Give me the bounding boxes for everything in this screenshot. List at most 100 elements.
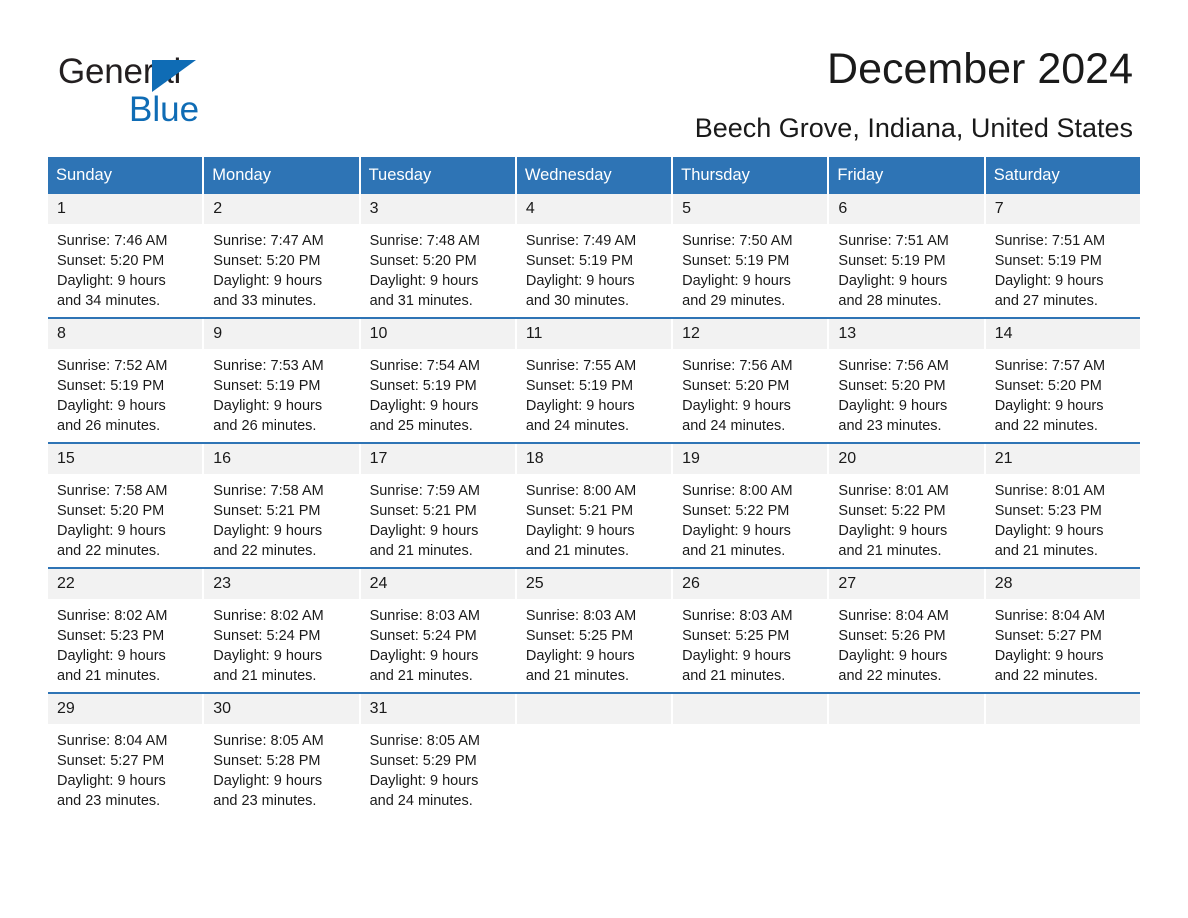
sunrise-text: Sunrise: 7:47 AM <box>213 233 324 249</box>
day-cell[interactable]: 19 Sunrise: 8:00 AM Sunset: 5:22 PM Dayl… <box>673 444 828 567</box>
daylight-text-line1: Daylight: 9 hours <box>838 648 948 664</box>
day-details: Sunrise: 8:03 AM Sunset: 5:25 PM Dayligh… <box>673 599 827 686</box>
day-cell[interactable]: 23 Sunrise: 8:02 AM Sunset: 5:24 PM Dayl… <box>204 569 359 692</box>
daylight-text-line2: and 22 minutes. <box>57 543 161 559</box>
calendar-week-row: 1 Sunrise: 7:46 AM Sunset: 5:20 PM Dayli… <box>48 194 1140 317</box>
sunset-text: Sunset: 5:19 PM <box>213 378 321 394</box>
day-details: Sunrise: 8:05 AM Sunset: 5:29 PM Dayligh… <box>361 724 515 811</box>
sunset-text: Sunset: 5:19 PM <box>369 378 477 394</box>
day-number: 24 <box>360 569 515 599</box>
day-details: Sunrise: 8:04 AM Sunset: 5:27 PM Dayligh… <box>48 724 202 811</box>
sunset-text: Sunset: 5:20 PM <box>682 378 790 394</box>
day-cell[interactable]: 1 Sunrise: 7:46 AM Sunset: 5:20 PM Dayli… <box>48 194 203 317</box>
day-cell[interactable]: 9 Sunrise: 7:53 AM Sunset: 5:19 PM Dayli… <box>204 319 359 442</box>
calendar-week-row: 22 Sunrise: 8:02 AM Sunset: 5:23 PM Dayl… <box>48 567 1140 692</box>
daylight-text-line2: and 28 minutes. <box>838 293 942 309</box>
daylight-text-line1: Daylight: 9 hours <box>213 523 323 539</box>
day-number: 26 <box>673 569 828 599</box>
sunset-text: Sunset: 5:19 PM <box>525 253 634 269</box>
day-number: 9 <box>204 319 359 349</box>
day-number: 8 <box>48 319 203 349</box>
general-blue-logo[interactable]: General Blue <box>58 52 358 138</box>
weekday-header-row: Sunday Monday Tuesday Wednesday Thursday… <box>48 157 1140 194</box>
sunset-text: Sunset: 5:19 PM <box>838 253 946 269</box>
daylight-text-line2: and 24 minutes. <box>682 418 786 434</box>
day-cell[interactable]: 12 Sunrise: 7:56 AM Sunset: 5:20 PM Dayl… <box>673 319 828 442</box>
daylight-text-line1: Daylight: 9 hours <box>994 648 1104 664</box>
day-number: 16 <box>204 444 359 474</box>
daylight-text-line1: Daylight: 9 hours <box>369 398 479 414</box>
day-cell[interactable]: 8 Sunrise: 7:52 AM Sunset: 5:19 PM Dayli… <box>48 319 203 442</box>
daylight-text-line1: Daylight: 9 hours <box>57 273 166 289</box>
day-cell[interactable]: 5 Sunrise: 7:50 AM Sunset: 5:19 PM Dayli… <box>673 194 828 317</box>
day-cell[interactable]: 29 Sunrise: 8:04 AM Sunset: 5:27 PM Dayl… <box>48 694 203 817</box>
day-number: 27 <box>829 569 984 599</box>
day-cell[interactable]: 4 Sunrise: 7:49 AM Sunset: 5:19 PM Dayli… <box>516 194 672 317</box>
day-cell[interactable]: 24 Sunrise: 8:03 AM Sunset: 5:24 PM Dayl… <box>360 569 515 692</box>
day-cell[interactable]: 16 Sunrise: 7:58 AM Sunset: 5:21 PM Dayl… <box>204 444 359 567</box>
daylight-text-line2: and 21 minutes. <box>994 543 1098 559</box>
day-cell[interactable]: 25 Sunrise: 8:03 AM Sunset: 5:25 PM Dayl… <box>516 569 672 692</box>
daylight-text-line2: and 27 minutes. <box>994 293 1098 309</box>
day-cell[interactable]: 15 Sunrise: 7:58 AM Sunset: 5:20 PM Dayl… <box>48 444 203 567</box>
sunrise-text: Sunrise: 7:46 AM <box>57 233 168 249</box>
day-number: 21 <box>985 444 1140 474</box>
day-details: Sunrise: 7:51 AM Sunset: 5:19 PM Dayligh… <box>986 224 1140 311</box>
day-cell[interactable]: 30 Sunrise: 8:05 AM Sunset: 5:28 PM Dayl… <box>204 694 359 817</box>
sunrise-text: Sunrise: 8:04 AM <box>994 608 1106 624</box>
daylight-text-line2: and 31 minutes. <box>369 293 473 309</box>
day-cell[interactable]: 14 Sunrise: 7:57 AM Sunset: 5:20 PM Dayl… <box>985 319 1140 442</box>
day-cell[interactable]: 7 Sunrise: 7:51 AM Sunset: 5:19 PM Dayli… <box>985 194 1140 317</box>
day-cell[interactable]: 3 Sunrise: 7:48 AM Sunset: 5:20 PM Dayli… <box>360 194 515 317</box>
day-number <box>985 694 1140 724</box>
daylight-text-line2: and 21 minutes. <box>369 543 473 559</box>
day-details: Sunrise: 8:00 AM Sunset: 5:22 PM Dayligh… <box>673 474 827 561</box>
day-number: 3 <box>360 194 515 224</box>
sunset-text: Sunset: 5:26 PM <box>838 628 946 644</box>
day-cell[interactable]: 10 Sunrise: 7:54 AM Sunset: 5:19 PM Dayl… <box>360 319 515 442</box>
day-number: 14 <box>985 319 1140 349</box>
sunset-text: Sunset: 5:23 PM <box>994 503 1102 519</box>
week-cells: 1 Sunrise: 7:46 AM Sunset: 5:20 PM Dayli… <box>48 194 1140 317</box>
day-cell[interactable]: 22 Sunrise: 8:02 AM Sunset: 5:23 PM Dayl… <box>48 569 203 692</box>
day-cell[interactable]: 31 Sunrise: 8:05 AM Sunset: 5:29 PM Dayl… <box>360 694 515 817</box>
sunrise-text: Sunrise: 7:59 AM <box>369 483 480 499</box>
sunrise-text: Sunrise: 7:58 AM <box>213 483 324 499</box>
day-number: 15 <box>48 444 203 474</box>
day-details: Sunrise: 7:56 AM Sunset: 5:20 PM Dayligh… <box>673 349 827 436</box>
daylight-text-line1: Daylight: 9 hours <box>213 273 323 289</box>
weekday-header-monday: Monday <box>204 157 359 194</box>
sunset-text: Sunset: 5:20 PM <box>57 503 165 519</box>
daylight-text-line2: and 21 minutes. <box>57 668 161 684</box>
sunrise-text: Sunrise: 8:03 AM <box>369 608 480 624</box>
logo-text-blue: Blue <box>129 90 200 129</box>
day-cell[interactable]: 6 Sunrise: 7:51 AM Sunset: 5:19 PM Dayli… <box>829 194 984 317</box>
day-cell[interactable]: 17 Sunrise: 7:59 AM Sunset: 5:21 PM Dayl… <box>360 444 515 567</box>
sunrise-text: Sunrise: 8:01 AM <box>994 483 1106 499</box>
day-cell[interactable]: 27 Sunrise: 8:04 AM Sunset: 5:26 PM Dayl… <box>829 569 984 692</box>
day-cell[interactable]: 26 Sunrise: 8:03 AM Sunset: 5:25 PM Dayl… <box>673 569 828 692</box>
day-cell[interactable]: 20 Sunrise: 8:01 AM Sunset: 5:22 PM Dayl… <box>829 444 984 567</box>
day-cell[interactable]: 21 Sunrise: 8:01 AM Sunset: 5:23 PM Dayl… <box>985 444 1140 567</box>
day-cell[interactable]: 2 Sunrise: 7:47 AM Sunset: 5:20 PM Dayli… <box>204 194 359 317</box>
sunrise-text: Sunrise: 8:04 AM <box>838 608 949 624</box>
day-number: 17 <box>360 444 515 474</box>
daylight-text-line1: Daylight: 9 hours <box>213 773 323 789</box>
day-cell[interactable]: 11 Sunrise: 7:55 AM Sunset: 5:19 PM Dayl… <box>516 319 672 442</box>
day-cell[interactable]: 28 Sunrise: 8:04 AM Sunset: 5:27 PM Dayl… <box>985 569 1140 692</box>
day-number: 11 <box>516 319 672 349</box>
daylight-text-line2: and 21 minutes. <box>369 668 473 684</box>
sunrise-text: Sunrise: 7:49 AM <box>525 233 637 249</box>
daylight-text-line2: and 23 minutes. <box>213 793 317 809</box>
day-cell[interactable]: 13 Sunrise: 7:56 AM Sunset: 5:20 PM Dayl… <box>829 319 984 442</box>
day-number <box>673 694 828 724</box>
sunset-text: Sunset: 5:20 PM <box>57 253 165 269</box>
daylight-text-line2: and 21 minutes. <box>525 668 630 684</box>
sunset-text: Sunset: 5:20 PM <box>369 253 477 269</box>
sunrise-text: Sunrise: 7:58 AM <box>57 483 168 499</box>
daylight-text-line2: and 26 minutes. <box>213 418 317 434</box>
day-cell[interactable]: 18 Sunrise: 8:00 AM Sunset: 5:21 PM Dayl… <box>516 444 672 567</box>
sunrise-text: Sunrise: 7:57 AM <box>994 358 1106 374</box>
daylight-text-line1: Daylight: 9 hours <box>838 398 948 414</box>
weekday-header-tuesday: Tuesday <box>360 157 515 194</box>
